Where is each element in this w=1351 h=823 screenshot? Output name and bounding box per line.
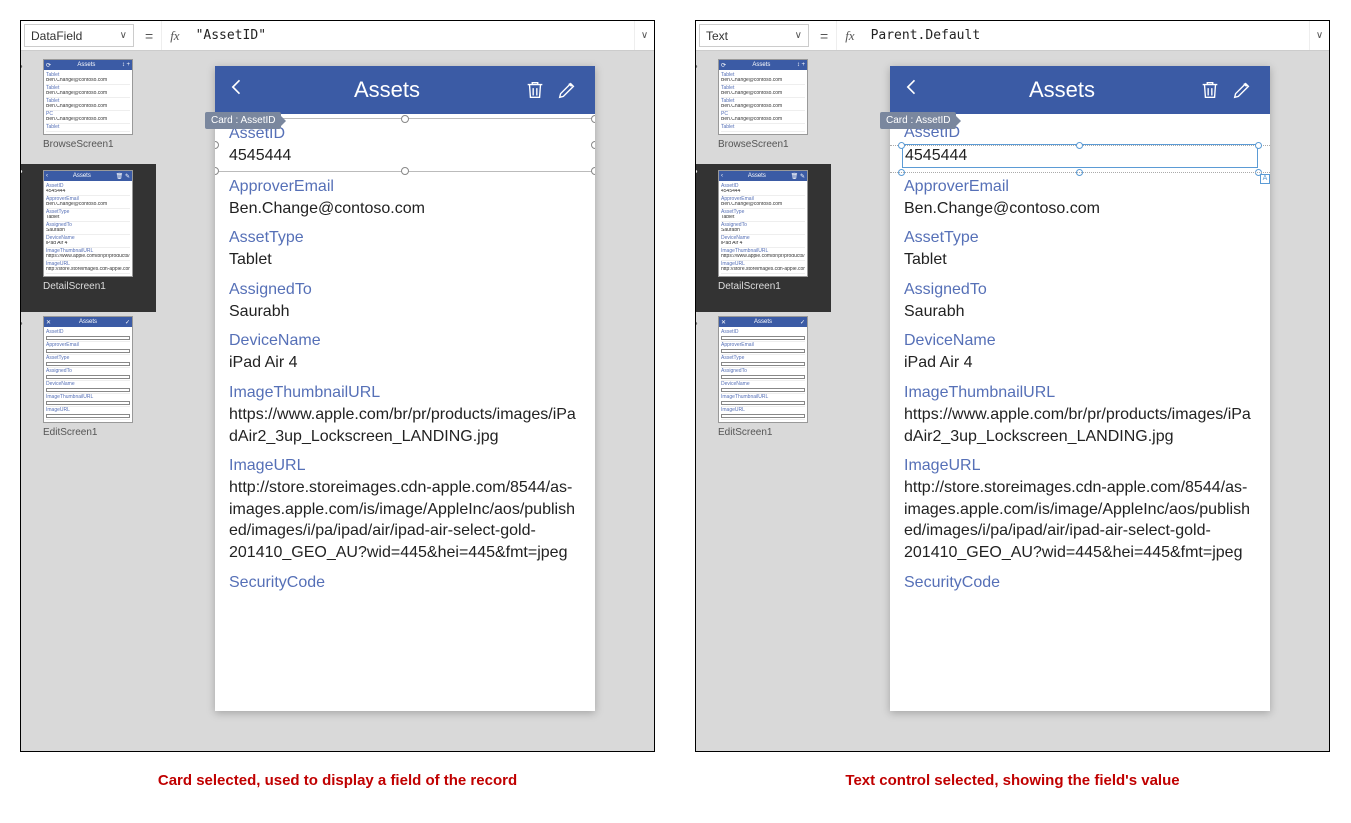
thumb-label: DetailScreen1 bbox=[43, 281, 150, 292]
text-indicator-icon: A bbox=[1260, 174, 1270, 184]
app-header: Assets bbox=[890, 66, 1270, 114]
thumb-title: Assets bbox=[79, 319, 97, 325]
formula-bar: Text ∨ = fx Parent.Default ∨ bbox=[696, 21, 1329, 51]
card-approveremail[interactable]: ApproverEmailBen.Change@contoso.com bbox=[229, 172, 581, 224]
resize-handle[interactable] bbox=[215, 167, 219, 175]
thumb-title: Assets bbox=[73, 173, 91, 179]
fx-label: fx bbox=[162, 21, 187, 50]
edit-icon[interactable] bbox=[1226, 79, 1258, 101]
card-securitycode[interactable]: SecurityCode bbox=[904, 568, 1256, 598]
thumb-edit[interactable]: ••• ✕Assets✓ AssetID ApproverEmail Asset… bbox=[27, 316, 150, 438]
panel-card-selected: DataField ∨ = fx "AssetID" ∨ ••• ⟳Assets… bbox=[20, 20, 655, 752]
resize-handle[interactable] bbox=[215, 141, 219, 149]
canvas[interactable]: Card : AssetID Assets bbox=[831, 51, 1329, 751]
resize-handle[interactable] bbox=[591, 141, 595, 149]
property-dropdown[interactable]: Text ∨ bbox=[699, 24, 809, 47]
field-value[interactable]: 4545444 bbox=[229, 145, 581, 167]
app-title: Assets bbox=[255, 77, 519, 103]
thumb-title: Assets bbox=[77, 62, 95, 68]
card-assettype[interactable]: AssetTypeTablet bbox=[904, 223, 1256, 275]
back-icon[interactable] bbox=[227, 76, 255, 104]
form-fields: AssetID 4545444 ApproverEmailBen.Change@… bbox=[215, 114, 595, 711]
card-approveremail[interactable]: ApproverEmailBen.Change@contoso.com bbox=[904, 172, 1256, 224]
resize-handle[interactable] bbox=[1076, 142, 1083, 149]
resize-handle[interactable] bbox=[591, 115, 595, 123]
delete-icon[interactable] bbox=[519, 79, 551, 101]
resize-handle[interactable] bbox=[1255, 142, 1262, 149]
screen-thumbnails: ••• ⟳Assets↕ + TabletBen.Change@contoso.… bbox=[21, 51, 156, 751]
chevron-down-icon: ∨ bbox=[120, 30, 127, 41]
card-assignedto[interactable]: AssignedToSaurabh bbox=[904, 275, 1256, 327]
more-icon[interactable]: ••• bbox=[696, 166, 697, 178]
resize-handle[interactable] bbox=[591, 167, 595, 175]
chevron-down-icon: ∨ bbox=[641, 30, 648, 41]
property-dropdown-value: DataField bbox=[31, 29, 82, 43]
card-securitycode[interactable]: SecurityCode bbox=[229, 568, 581, 598]
card-assettype[interactable]: AssetTypeTablet bbox=[229, 223, 581, 275]
app-header: Assets bbox=[215, 66, 595, 114]
canvas[interactable]: Card : AssetID Assets bbox=[156, 51, 654, 751]
thumb-browse[interactable]: ••• ⟳Assets↕ + TabletBen.Change@contoso.… bbox=[27, 59, 150, 150]
property-dropdown[interactable]: DataField ∨ bbox=[24, 24, 134, 47]
card-assignedto[interactable]: AssignedToSaurabh bbox=[229, 275, 581, 327]
expand-formula-button[interactable]: ∨ bbox=[634, 21, 654, 50]
more-icon[interactable]: ••• bbox=[21, 61, 22, 73]
card-assetid[interactable]: AssetID 4545444 A bbox=[904, 118, 1256, 172]
panel-text-selected: Text ∨ = fx Parent.Default ∨ ••• ⟳Assets… bbox=[695, 20, 1330, 752]
equals-label: = bbox=[137, 21, 162, 50]
formula-input[interactable]: "AssetID" bbox=[188, 21, 634, 50]
more-icon[interactable]: ••• bbox=[21, 166, 22, 178]
phone-preview: Card : AssetID Assets bbox=[890, 66, 1270, 711]
thumb-label: EditScreen1 bbox=[43, 427, 150, 438]
card-imagethumbnailurl[interactable]: ImageThumbnailURLhttps://www.apple.com/b… bbox=[229, 378, 581, 451]
screen-thumbnails: ••• ⟳Assets↕ + TabletBen.Change@contoso.… bbox=[696, 51, 831, 751]
field-label: AssetID bbox=[904, 124, 1256, 142]
caption-right: Text control selected, showing the field… bbox=[695, 772, 1330, 789]
back-icon[interactable] bbox=[902, 76, 930, 104]
more-icon[interactable]: ••• bbox=[21, 318, 22, 330]
thumb-detail[interactable]: ••• ‹Assets🗑 ✎ AssetID4545444 ApproverEm… bbox=[21, 164, 156, 312]
thumb-edit[interactable]: ••• ✕Assets✓ AssetID ApproverEmail Asset… bbox=[702, 316, 825, 438]
more-icon[interactable]: ••• bbox=[696, 61, 697, 73]
card-imagethumbnailurl[interactable]: ImageThumbnailURLhttps://www.apple.com/b… bbox=[904, 378, 1256, 451]
selection-tag[interactable]: Card : AssetID bbox=[880, 112, 956, 129]
card-imageurl[interactable]: ImageURLhttp://store.storeimages.cdn-app… bbox=[904, 451, 1256, 567]
chevron-down-icon: ∨ bbox=[1316, 30, 1323, 41]
thumb-detail[interactable]: ••• ‹Assets🗑 ✎ AssetID4545444 ApproverEm… bbox=[696, 164, 831, 312]
field-label: AssetID bbox=[229, 125, 581, 143]
card-devicename[interactable]: DeviceNameiPad Air 4 bbox=[904, 326, 1256, 378]
chevron-down-icon: ∨ bbox=[795, 30, 802, 41]
formula-bar: DataField ∨ = fx "AssetID" ∨ bbox=[21, 21, 654, 51]
fx-label: fx bbox=[837, 21, 862, 50]
card-imageurl[interactable]: ImageURLhttp://store.storeimages.cdn-app… bbox=[229, 451, 581, 567]
thumb-browse[interactable]: ••• ⟳Assets↕ + TabletBen.Change@contoso.… bbox=[702, 59, 825, 150]
phone-preview: Card : AssetID Assets bbox=[215, 66, 595, 711]
delete-icon[interactable] bbox=[1194, 79, 1226, 101]
edit-icon[interactable] bbox=[551, 79, 583, 101]
resize-handle[interactable] bbox=[898, 142, 905, 149]
card-devicename[interactable]: DeviceNameiPad Air 4 bbox=[229, 326, 581, 378]
property-dropdown-value: Text bbox=[706, 29, 728, 43]
thumb-label: BrowseScreen1 bbox=[43, 139, 150, 150]
expand-formula-button[interactable]: ∨ bbox=[1309, 21, 1329, 50]
selection-tag[interactable]: Card : AssetID bbox=[205, 112, 281, 129]
caption-left: Card selected, used to display a field o… bbox=[20, 772, 655, 789]
app-title: Assets bbox=[930, 77, 1194, 103]
form-fields: AssetID 4545444 A ApproverEmailBen.Chang… bbox=[890, 114, 1270, 711]
more-icon[interactable]: ••• bbox=[696, 318, 697, 330]
resize-handle[interactable] bbox=[401, 115, 409, 123]
formula-input[interactable]: Parent.Default bbox=[863, 21, 1309, 50]
equals-label: = bbox=[812, 21, 837, 50]
